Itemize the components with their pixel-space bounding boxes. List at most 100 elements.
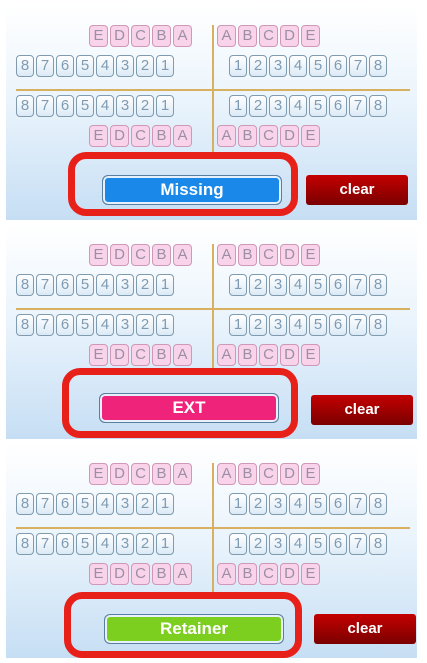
tooth-key-upper-right-letter-E[interactable]: E <box>301 244 320 266</box>
tooth-key-upper-right-number-1[interactable]: 1 <box>229 274 247 296</box>
tooth-key-lower-right-letter-D[interactable]: D <box>280 125 299 147</box>
tooth-key-upper-right-letter-C[interactable]: C <box>259 244 278 266</box>
tooth-key-upper-left-letter-A[interactable]: A <box>173 244 192 266</box>
tooth-key-lower-left-letter-A[interactable]: A <box>173 125 192 147</box>
tooth-key-lower-left-number-8[interactable]: 8 <box>16 314 34 336</box>
tooth-key-upper-left-number-6[interactable]: 6 <box>56 493 74 515</box>
tooth-key-lower-left-number-6[interactable]: 6 <box>56 314 74 336</box>
tooth-key-lower-left-number-1[interactable]: 1 <box>156 533 174 555</box>
tooth-key-upper-left-number-1[interactable]: 1 <box>156 274 174 296</box>
tooth-key-upper-right-number-5[interactable]: 5 <box>309 274 327 296</box>
tooth-key-lower-right-letter-D[interactable]: D <box>280 344 299 366</box>
tooth-key-upper-right-number-8[interactable]: 8 <box>369 55 387 77</box>
tooth-key-upper-left-number-5[interactable]: 5 <box>76 493 94 515</box>
tooth-key-lower-right-number-4[interactable]: 4 <box>289 533 307 555</box>
tooth-key-lower-left-number-4[interactable]: 4 <box>96 95 114 117</box>
tooth-key-upper-left-letter-B[interactable]: B <box>152 25 171 47</box>
tooth-key-lower-right-letter-A[interactable]: A <box>217 125 236 147</box>
tooth-key-lower-right-number-2[interactable]: 2 <box>249 533 267 555</box>
tooth-key-upper-left-number-8[interactable]: 8 <box>16 274 34 296</box>
tooth-key-upper-right-letter-A[interactable]: A <box>217 463 236 485</box>
tooth-key-lower-right-number-2[interactable]: 2 <box>249 314 267 336</box>
tooth-key-upper-left-letter-A[interactable]: A <box>173 463 192 485</box>
tooth-key-upper-right-number-7[interactable]: 7 <box>349 274 367 296</box>
tooth-key-lower-right-number-4[interactable]: 4 <box>289 95 307 117</box>
tooth-key-upper-left-letter-D[interactable]: D <box>110 244 129 266</box>
tooth-key-upper-right-number-3[interactable]: 3 <box>269 55 287 77</box>
tooth-key-lower-right-number-6[interactable]: 6 <box>329 95 347 117</box>
tooth-key-lower-right-number-7[interactable]: 7 <box>349 314 367 336</box>
tooth-key-upper-right-letter-E[interactable]: E <box>301 25 320 47</box>
tooth-key-upper-right-letter-B[interactable]: B <box>238 463 257 485</box>
tooth-key-lower-right-letter-B[interactable]: B <box>238 563 257 585</box>
tooth-key-lower-left-number-6[interactable]: 6 <box>56 95 74 117</box>
tooth-key-lower-right-number-6[interactable]: 6 <box>329 314 347 336</box>
tooth-key-upper-right-letter-C[interactable]: C <box>259 25 278 47</box>
tooth-key-upper-left-number-7[interactable]: 7 <box>36 55 54 77</box>
tooth-key-upper-right-letter-B[interactable]: B <box>238 244 257 266</box>
tooth-key-lower-left-number-6[interactable]: 6 <box>56 533 74 555</box>
tooth-key-upper-left-number-2[interactable]: 2 <box>136 55 154 77</box>
tooth-key-lower-left-number-3[interactable]: 3 <box>116 314 134 336</box>
tooth-key-upper-right-letter-A[interactable]: A <box>217 25 236 47</box>
tooth-key-upper-right-number-6[interactable]: 6 <box>329 493 347 515</box>
tooth-key-upper-right-number-7[interactable]: 7 <box>349 493 367 515</box>
tooth-key-upper-left-letter-C[interactable]: C <box>131 463 150 485</box>
tooth-key-upper-right-number-5[interactable]: 5 <box>309 55 327 77</box>
tooth-key-upper-left-letter-D[interactable]: D <box>110 25 129 47</box>
tooth-key-upper-right-letter-A[interactable]: A <box>217 244 236 266</box>
clear-button[interactable]: clear <box>306 175 408 205</box>
tooth-key-upper-left-letter-B[interactable]: B <box>152 463 171 485</box>
tooth-key-lower-left-letter-D[interactable]: D <box>110 125 129 147</box>
tooth-key-upper-right-number-3[interactable]: 3 <box>269 493 287 515</box>
tooth-key-lower-left-letter-E[interactable]: E <box>89 125 108 147</box>
tooth-key-upper-left-number-2[interactable]: 2 <box>136 493 154 515</box>
tooth-key-upper-left-letter-B[interactable]: B <box>152 244 171 266</box>
tooth-key-lower-right-letter-C[interactable]: C <box>259 125 278 147</box>
tooth-key-lower-left-letter-C[interactable]: C <box>131 344 150 366</box>
tooth-key-lower-left-letter-D[interactable]: D <box>110 563 129 585</box>
tooth-key-lower-left-number-3[interactable]: 3 <box>116 95 134 117</box>
tooth-key-upper-left-letter-E[interactable]: E <box>89 25 108 47</box>
tooth-key-lower-right-number-5[interactable]: 5 <box>309 95 327 117</box>
clear-button[interactable]: clear <box>311 395 413 425</box>
tooth-key-lower-right-number-6[interactable]: 6 <box>329 533 347 555</box>
tooth-key-lower-right-letter-B[interactable]: B <box>238 344 257 366</box>
tooth-key-upper-left-number-8[interactable]: 8 <box>16 55 34 77</box>
tooth-key-lower-right-letter-E[interactable]: E <box>301 563 320 585</box>
tooth-key-lower-right-letter-C[interactable]: C <box>259 563 278 585</box>
tooth-key-lower-left-number-3[interactable]: 3 <box>116 533 134 555</box>
tooth-key-upper-right-number-4[interactable]: 4 <box>289 55 307 77</box>
tooth-key-lower-left-number-1[interactable]: 1 <box>156 95 174 117</box>
tooth-key-lower-right-number-3[interactable]: 3 <box>269 314 287 336</box>
tooth-key-upper-right-number-2[interactable]: 2 <box>249 493 267 515</box>
tooth-key-lower-left-number-1[interactable]: 1 <box>156 314 174 336</box>
tooth-key-lower-right-number-7[interactable]: 7 <box>349 533 367 555</box>
tooth-key-upper-left-number-1[interactable]: 1 <box>156 55 174 77</box>
tooth-key-lower-left-letter-A[interactable]: A <box>173 344 192 366</box>
tooth-key-lower-right-letter-B[interactable]: B <box>238 125 257 147</box>
clear-button[interactable]: clear <box>314 614 416 644</box>
tooth-key-upper-right-number-5[interactable]: 5 <box>309 493 327 515</box>
tooth-key-upper-left-number-4[interactable]: 4 <box>96 493 114 515</box>
tooth-key-upper-right-number-4[interactable]: 4 <box>289 493 307 515</box>
tooth-key-lower-left-letter-C[interactable]: C <box>131 125 150 147</box>
tooth-key-upper-left-letter-C[interactable]: C <box>131 244 150 266</box>
tooth-key-upper-left-number-3[interactable]: 3 <box>116 55 134 77</box>
tooth-key-upper-right-letter-D[interactable]: D <box>280 244 299 266</box>
tooth-key-upper-right-number-8[interactable]: 8 <box>369 493 387 515</box>
tooth-key-lower-right-number-1[interactable]: 1 <box>229 95 247 117</box>
tooth-key-upper-left-number-5[interactable]: 5 <box>76 55 94 77</box>
tooth-key-upper-left-letter-A[interactable]: A <box>173 25 192 47</box>
tooth-key-lower-right-letter-C[interactable]: C <box>259 344 278 366</box>
tooth-key-lower-right-letter-E[interactable]: E <box>301 125 320 147</box>
tooth-key-upper-right-letter-E[interactable]: E <box>301 463 320 485</box>
tooth-key-lower-left-number-5[interactable]: 5 <box>76 95 94 117</box>
tooth-key-upper-right-number-3[interactable]: 3 <box>269 274 287 296</box>
tooth-key-lower-right-number-1[interactable]: 1 <box>229 314 247 336</box>
tooth-key-lower-right-letter-D[interactable]: D <box>280 563 299 585</box>
tooth-key-lower-left-number-2[interactable]: 2 <box>136 533 154 555</box>
tooth-key-upper-left-number-7[interactable]: 7 <box>36 493 54 515</box>
tooth-key-lower-right-number-3[interactable]: 3 <box>269 533 287 555</box>
tooth-key-lower-left-letter-D[interactable]: D <box>110 344 129 366</box>
